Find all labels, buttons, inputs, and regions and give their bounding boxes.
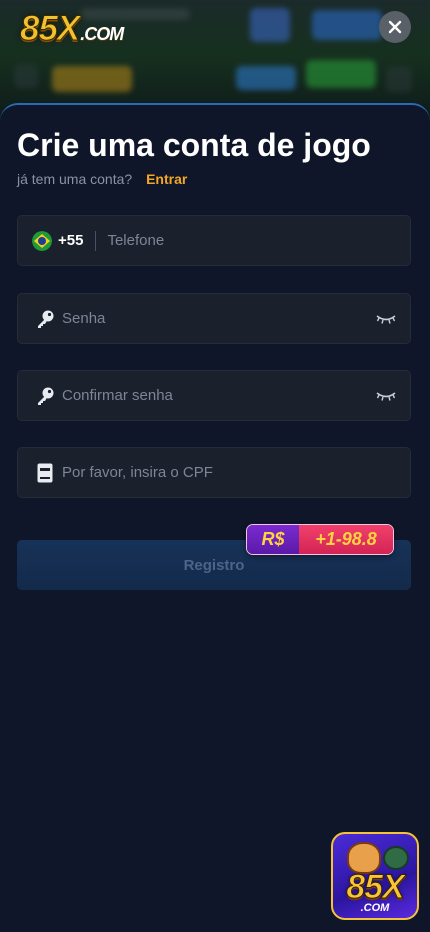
key-icon — [38, 387, 54, 405]
bg-blur-block — [312, 10, 382, 40]
brazil-flag-icon[interactable] — [32, 230, 52, 251]
cpf-input[interactable] — [62, 448, 410, 497]
badge-logo-suffix: .COM — [360, 902, 390, 914]
logo-suffix: .COM — [80, 24, 124, 44]
password-input[interactable] — [62, 294, 376, 343]
bg-blur-block — [14, 64, 38, 88]
confirm-password-input[interactable] — [62, 371, 376, 420]
register-sheet: Crie uma conta de jogo já tem uma conta?… — [0, 103, 430, 932]
app-download-badge[interactable]: 85X .COM — [331, 832, 419, 920]
confirm-password-field — [17, 370, 411, 421]
country-code[interactable]: +55 — [58, 232, 83, 249]
divider — [95, 230, 97, 251]
page-title: Crie uma conta de jogo — [17, 127, 371, 163]
bonus-amount: +1-98.8 — [299, 525, 393, 554]
phone-input[interactable] — [107, 216, 410, 265]
eye-closed-icon[interactable] — [376, 390, 396, 402]
cpf-field — [17, 447, 411, 498]
password-field — [17, 293, 411, 344]
bg-blur-block — [52, 66, 132, 92]
bg-blur-block — [250, 8, 290, 42]
close-button[interactable] — [379, 11, 411, 43]
login-prompt: já tem uma conta? Entrar — [17, 171, 187, 187]
phone-field: +55 — [17, 215, 411, 266]
bg-blur-block — [236, 66, 296, 90]
mascot-icon — [383, 846, 409, 870]
key-icon — [38, 310, 54, 328]
close-icon — [388, 20, 402, 34]
bg-blur-block — [306, 60, 376, 88]
bonus-badge: R$ +1-98.8 — [246, 524, 394, 555]
bg-blur-block — [386, 66, 412, 92]
site-logo: 85X .COM — [19, 9, 124, 49]
login-link[interactable]: Entrar — [146, 171, 187, 187]
logo-main: 85X — [19, 9, 80, 49]
bonus-currency: R$ — [247, 525, 299, 554]
have-account-text: já tem uma conta? — [17, 171, 133, 187]
eye-closed-icon[interactable] — [376, 313, 396, 325]
cpf-card-icon — [37, 463, 53, 482]
